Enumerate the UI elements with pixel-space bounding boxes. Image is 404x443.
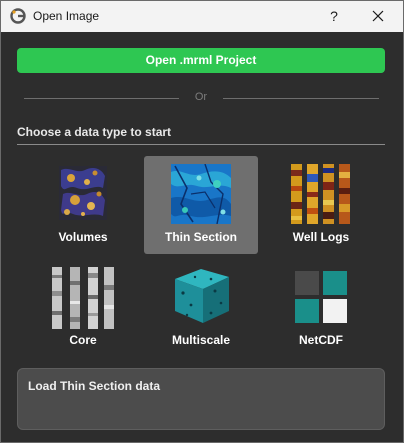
data-type-label: NetCDF [299,333,343,347]
data-type-core[interactable]: Core [26,259,140,357]
or-label: Or [194,91,208,103]
data-type-label: Core [69,333,97,347]
data-type-label: Well Logs [292,230,350,244]
data-type-volumes[interactable]: Volumes [26,156,140,254]
data-type-well-logs[interactable]: Well Logs [264,156,378,254]
close-icon [372,10,384,22]
data-type-netcdf[interactable]: NetCDF [264,259,378,357]
netcdf-icon [295,271,347,323]
open-project-button[interactable]: Open .mrml Project [17,48,385,73]
data-type-label: Multiscale [171,333,231,347]
volumes-icon [59,166,107,220]
data-type-label: Thin Section [165,230,237,244]
close-button[interactable] [367,5,389,27]
status-panel: Load Thin Section data [17,368,385,430]
multiscale-icon [175,269,229,323]
status-message: Load Thin Section data [28,379,161,393]
divider-right [223,98,379,99]
app-logo-icon [10,8,26,24]
data-type-thin-section[interactable]: Thin Section [144,156,258,254]
section-heading: Choose a data type to start [17,125,172,139]
section-divider [17,144,385,145]
divider-left [24,98,179,99]
open-image-dialog: Open Image ? Open .mrml Project Or Choos… [0,0,404,443]
thin-section-icon [171,164,231,224]
data-type-multiscale[interactable]: Multiscale [144,259,258,357]
well-logs-icon [291,164,350,224]
help-button[interactable]: ? [323,5,345,27]
window-title: Open Image [33,9,100,23]
title-bar: Open Image ? [1,1,403,32]
core-icon [52,267,114,329]
data-type-label: Volumes [58,230,108,244]
